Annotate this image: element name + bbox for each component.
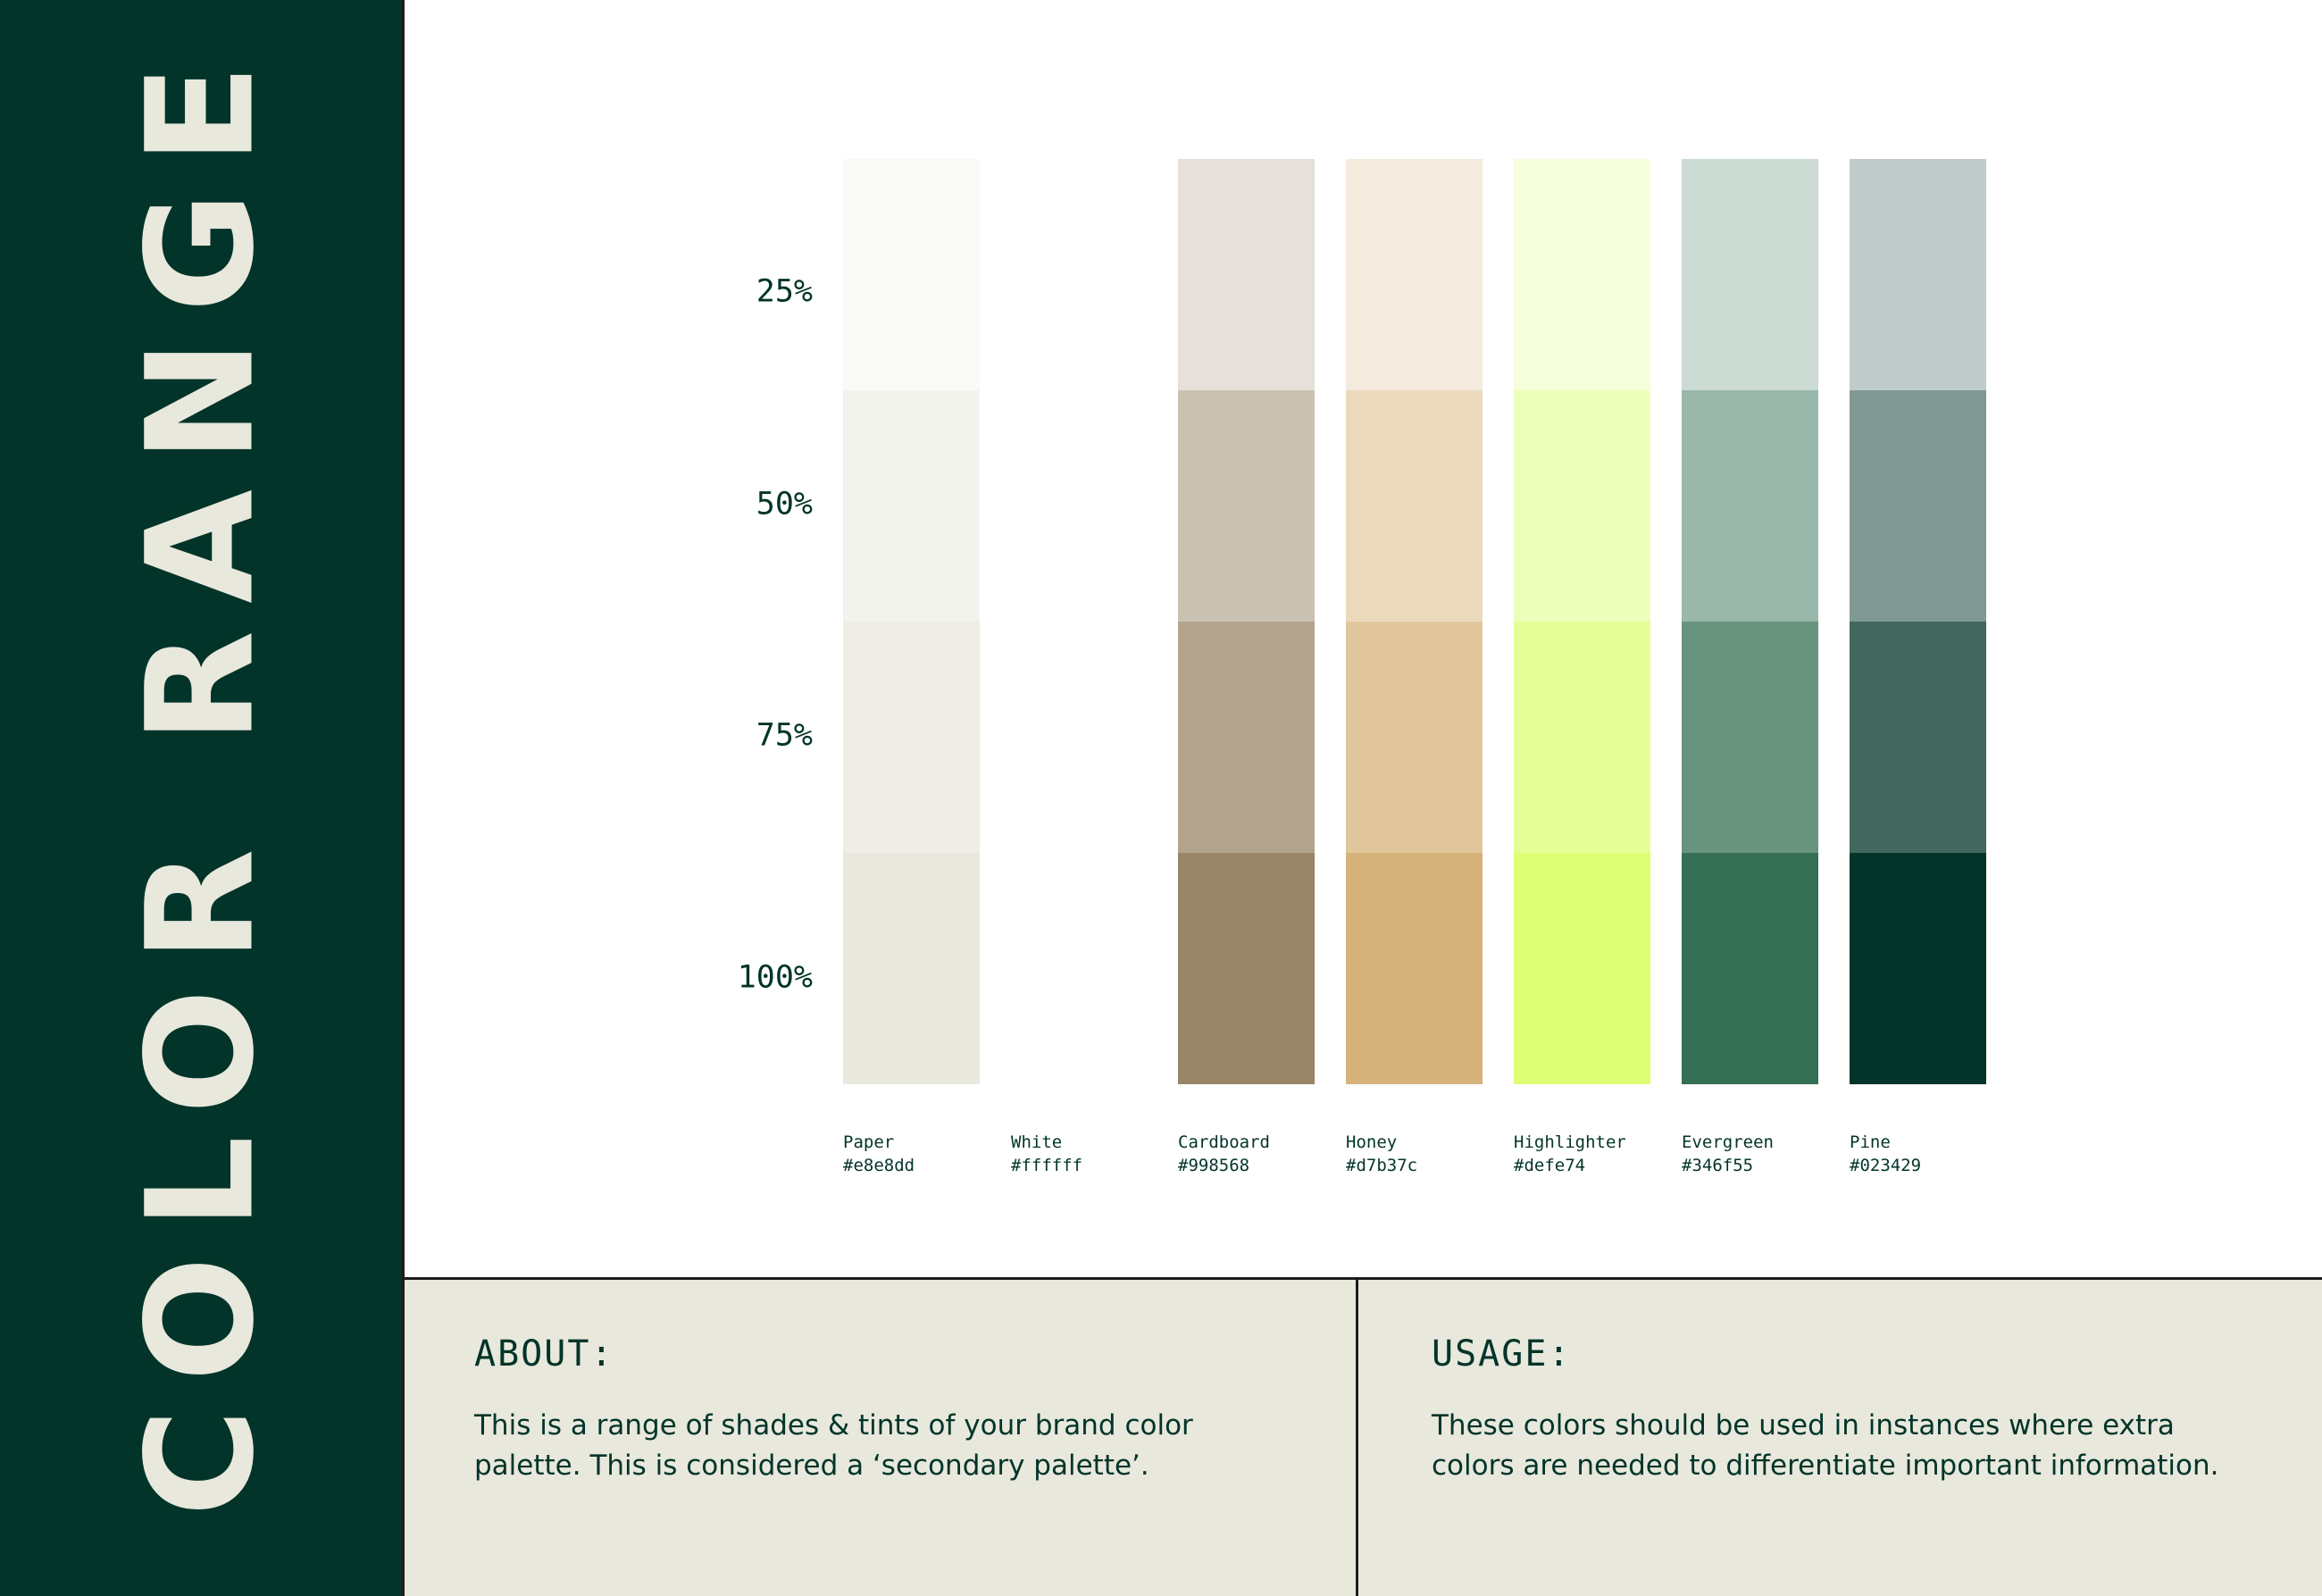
about-text-line-2: palette. This is considered a ‘secondary…: [474, 1450, 1149, 1482]
swatch-pine-50: [1850, 390, 1986, 622]
swatch-highlighter-25: [1514, 159, 1650, 390]
swatch-pine-75: [1850, 622, 1986, 853]
swatch-white-75: [1011, 622, 1148, 853]
info-panel: ABOUT: This is a range of shades & tints…: [405, 1277, 2322, 1596]
about-text: This is a range of shades & tints of you…: [474, 1406, 1242, 1486]
color-range-content: 25% 50% 75% 100% Paper #e8e8dd White #ff…: [405, 0, 2322, 1277]
swatch-name-honey: Honey: [1346, 1132, 1398, 1152]
scale-label-75: 75%: [756, 717, 813, 754]
usage-text-line-1: These colors should be used in instances…: [1432, 1409, 2175, 1441]
about-text-line-1: This is a range of shades & tints of you…: [474, 1409, 1193, 1441]
swatch-pine-100: [1850, 853, 1986, 1084]
swatch-evergreen-25: [1682, 159, 1818, 390]
swatch-name-evergreen: Evergreen: [1682, 1132, 1774, 1152]
swatch-column-evergreen: [1682, 159, 1818, 1084]
scale-label-100: 100%: [737, 959, 813, 996]
swatch-name-cardboard: Cardboard: [1178, 1132, 1270, 1152]
swatch-hex-honey: #d7b37c: [1346, 1156, 1418, 1175]
usage-text-line-2: colors are needed to differentiate impor…: [1432, 1450, 2219, 1482]
swatch-column-honey: [1346, 159, 1483, 1084]
sidebar-title: COLOR RANGE: [114, 37, 287, 1517]
swatch-highlighter-100: [1514, 853, 1650, 1084]
swatch-hex-highlighter: #defe74: [1514, 1156, 1586, 1175]
swatch-paper-75: [843, 622, 980, 853]
swatch-honey-50: [1346, 390, 1483, 622]
swatch-column-pine: [1850, 159, 1986, 1084]
swatch-paper-100: [843, 853, 980, 1084]
swatch-white-25: [1011, 159, 1148, 390]
swatch-cardboard-75: [1178, 622, 1315, 853]
swatch-hex-white: #ffffff: [1011, 1156, 1083, 1175]
about-heading: ABOUT:: [474, 1333, 614, 1375]
swatch-cardboard-50: [1178, 390, 1315, 622]
swatch-evergreen-50: [1682, 390, 1818, 622]
swatch-name-white: White: [1011, 1132, 1063, 1152]
scale-label-50: 50%: [756, 486, 813, 522]
swatch-highlighter-50: [1514, 390, 1650, 622]
swatch-column-highlighter: [1514, 159, 1650, 1084]
swatch-pine-25: [1850, 159, 1986, 390]
swatch-column-paper: [843, 159, 980, 1084]
swatch-name-pine: Pine: [1850, 1132, 1891, 1152]
scale-label-25: 25%: [756, 273, 813, 310]
swatch-evergreen-75: [1682, 622, 1818, 853]
swatch-highlighter-75: [1514, 622, 1650, 853]
swatch-honey-100: [1346, 853, 1483, 1084]
swatch-column-cardboard: [1178, 159, 1315, 1084]
swatch-hex-evergreen: #346f55: [1682, 1156, 1754, 1175]
swatch-name-paper: Paper: [843, 1132, 895, 1152]
swatch-honey-25: [1346, 159, 1483, 390]
swatch-white-50: [1011, 390, 1148, 622]
usage-text: These colors should be used in instances…: [1432, 1406, 2271, 1486]
panel-top-divider: [405, 1277, 2322, 1280]
swatch-hex-cardboard: #998568: [1178, 1156, 1250, 1175]
swatch-paper-50: [843, 390, 980, 622]
usage-heading: USAGE:: [1432, 1333, 1572, 1375]
swatch-hex-paper: #e8e8dd: [843, 1156, 915, 1175]
swatch-cardboard-100: [1178, 853, 1315, 1084]
swatch-column-white: [1011, 159, 1148, 1084]
swatch-name-highlighter: Highlighter: [1514, 1132, 1626, 1152]
swatch-evergreen-100: [1682, 853, 1818, 1084]
swatch-white-100: [1011, 853, 1148, 1084]
panel-column-divider: [1356, 1277, 1358, 1596]
sidebar: COLOR RANGE: [0, 0, 402, 1596]
swatch-honey-75: [1346, 622, 1483, 853]
swatch-paper-25: [843, 159, 980, 390]
swatch-cardboard-25: [1178, 159, 1315, 390]
swatch-hex-pine: #023429: [1850, 1156, 1922, 1175]
